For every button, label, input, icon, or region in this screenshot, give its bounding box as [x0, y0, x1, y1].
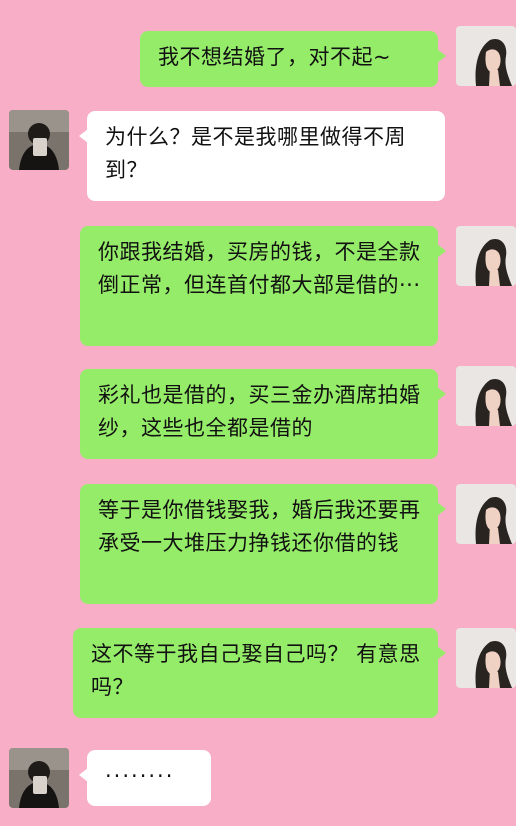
woman-profile-avatar-icon: [456, 628, 516, 688]
chat-area: 我不想结婚了，对不起~ 为什么？是不是我哪里做得不周到？ 你跟我结婚，买房的钱，…: [0, 0, 516, 826]
message-bubble-sent[interactable]: 你跟我结婚，买房的钱，不是全款倒正常，但连首付都大部是借的···: [80, 226, 446, 346]
woman-profile-avatar-icon: [456, 366, 516, 426]
woman-profile-avatar-icon: [456, 226, 516, 286]
message-bubble-sent[interactable]: 这不等于我自己娶自己吗？ 有意思吗？: [73, 628, 446, 718]
man-mirror-selfie-avatar-icon: [9, 748, 69, 808]
woman-profile-avatar-icon: [456, 26, 516, 86]
message-bubble-received[interactable]: 为什么？是不是我哪里做得不周到？: [79, 111, 445, 201]
message-text: 你跟我结婚，买房的钱，不是全款倒正常，但连首付都大部是借的···: [98, 240, 421, 297]
other-avatar[interactable]: [9, 110, 69, 170]
message-text: 等于是你借钱娶我，婚后我还要再承受一大堆压力挣钱还你借的钱: [98, 498, 421, 555]
message-bubble-received[interactable]: ········: [79, 750, 211, 806]
other-avatar[interactable]: [9, 748, 69, 808]
message-text: 我不想结婚了，对不起~: [158, 45, 392, 69]
message-text: ········: [105, 764, 175, 788]
message-bubble-sent[interactable]: 彩礼也是借的，买三金办酒席拍婚纱，这些也全都是借的: [80, 369, 446, 459]
message-bubble-sent[interactable]: 我不想结婚了，对不起~: [140, 31, 446, 87]
self-avatar[interactable]: [456, 226, 516, 286]
woman-profile-avatar-icon: [456, 484, 516, 544]
self-avatar[interactable]: [456, 628, 516, 688]
message-text: 为什么？是不是我哪里做得不周到？: [105, 125, 406, 182]
self-avatar[interactable]: [456, 366, 516, 426]
self-avatar[interactable]: [456, 26, 516, 86]
message-bubble-sent[interactable]: 等于是你借钱娶我，婚后我还要再承受一大堆压力挣钱还你借的钱: [80, 484, 446, 604]
message-text: 彩礼也是借的，买三金办酒席拍婚纱，这些也全都是借的: [98, 383, 421, 440]
message-text: 这不等于我自己娶自己吗？ 有意思吗？: [91, 642, 421, 699]
self-avatar[interactable]: [456, 484, 516, 544]
man-mirror-selfie-avatar-icon: [9, 110, 69, 170]
